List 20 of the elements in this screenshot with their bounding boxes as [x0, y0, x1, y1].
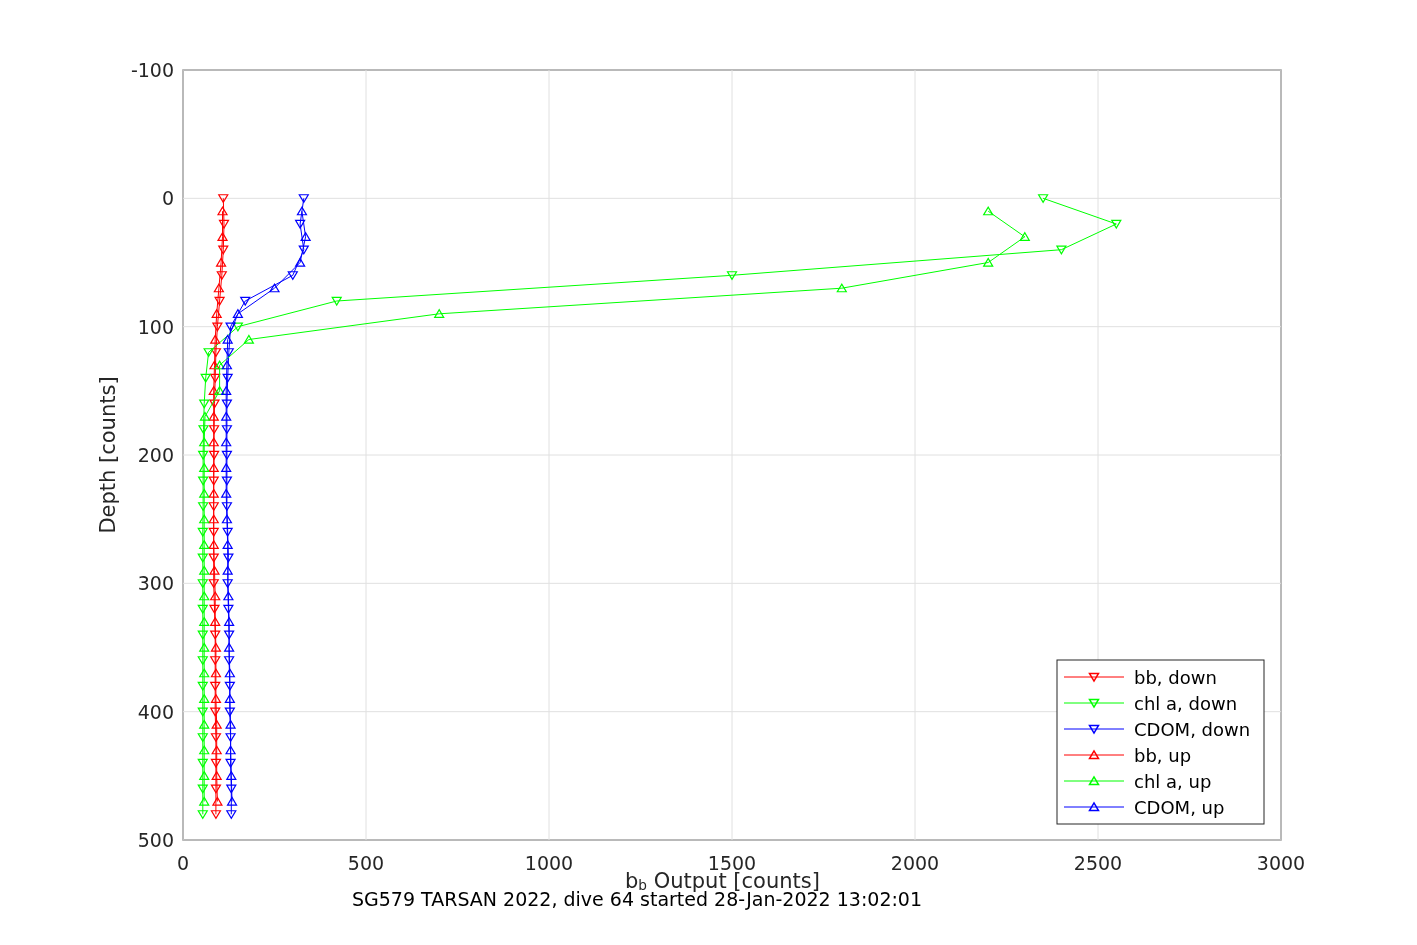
tick-label: 0: [176, 852, 190, 874]
tick-label: 400: [137, 700, 174, 723]
axis-label: Depth [counts]: [96, 376, 120, 534]
tick-label: 500: [347, 852, 385, 874]
legend-label: CDOM, down: [1134, 719, 1251, 740]
legend-label: CDOM, up: [1134, 797, 1225, 818]
legend-label: bb, down: [1134, 667, 1217, 688]
tick-label: 500: [137, 829, 174, 851]
tick-label: 100: [137, 315, 174, 338]
tick-label: 2000: [890, 852, 940, 874]
tick-label: 2500: [1073, 852, 1123, 874]
legend-label: chl a, up: [1134, 771, 1212, 792]
tick-label: -100: [130, 59, 174, 81]
tick-label: 200: [137, 444, 174, 466]
legend-label: chl a, down: [1134, 693, 1238, 714]
tick-label: 0: [161, 187, 174, 210]
tick-label: 300: [137, 572, 174, 595]
tick-label: 3000: [1256, 852, 1306, 874]
legend-label: bb, up: [1134, 745, 1192, 766]
tick-label: 1000: [524, 852, 574, 874]
